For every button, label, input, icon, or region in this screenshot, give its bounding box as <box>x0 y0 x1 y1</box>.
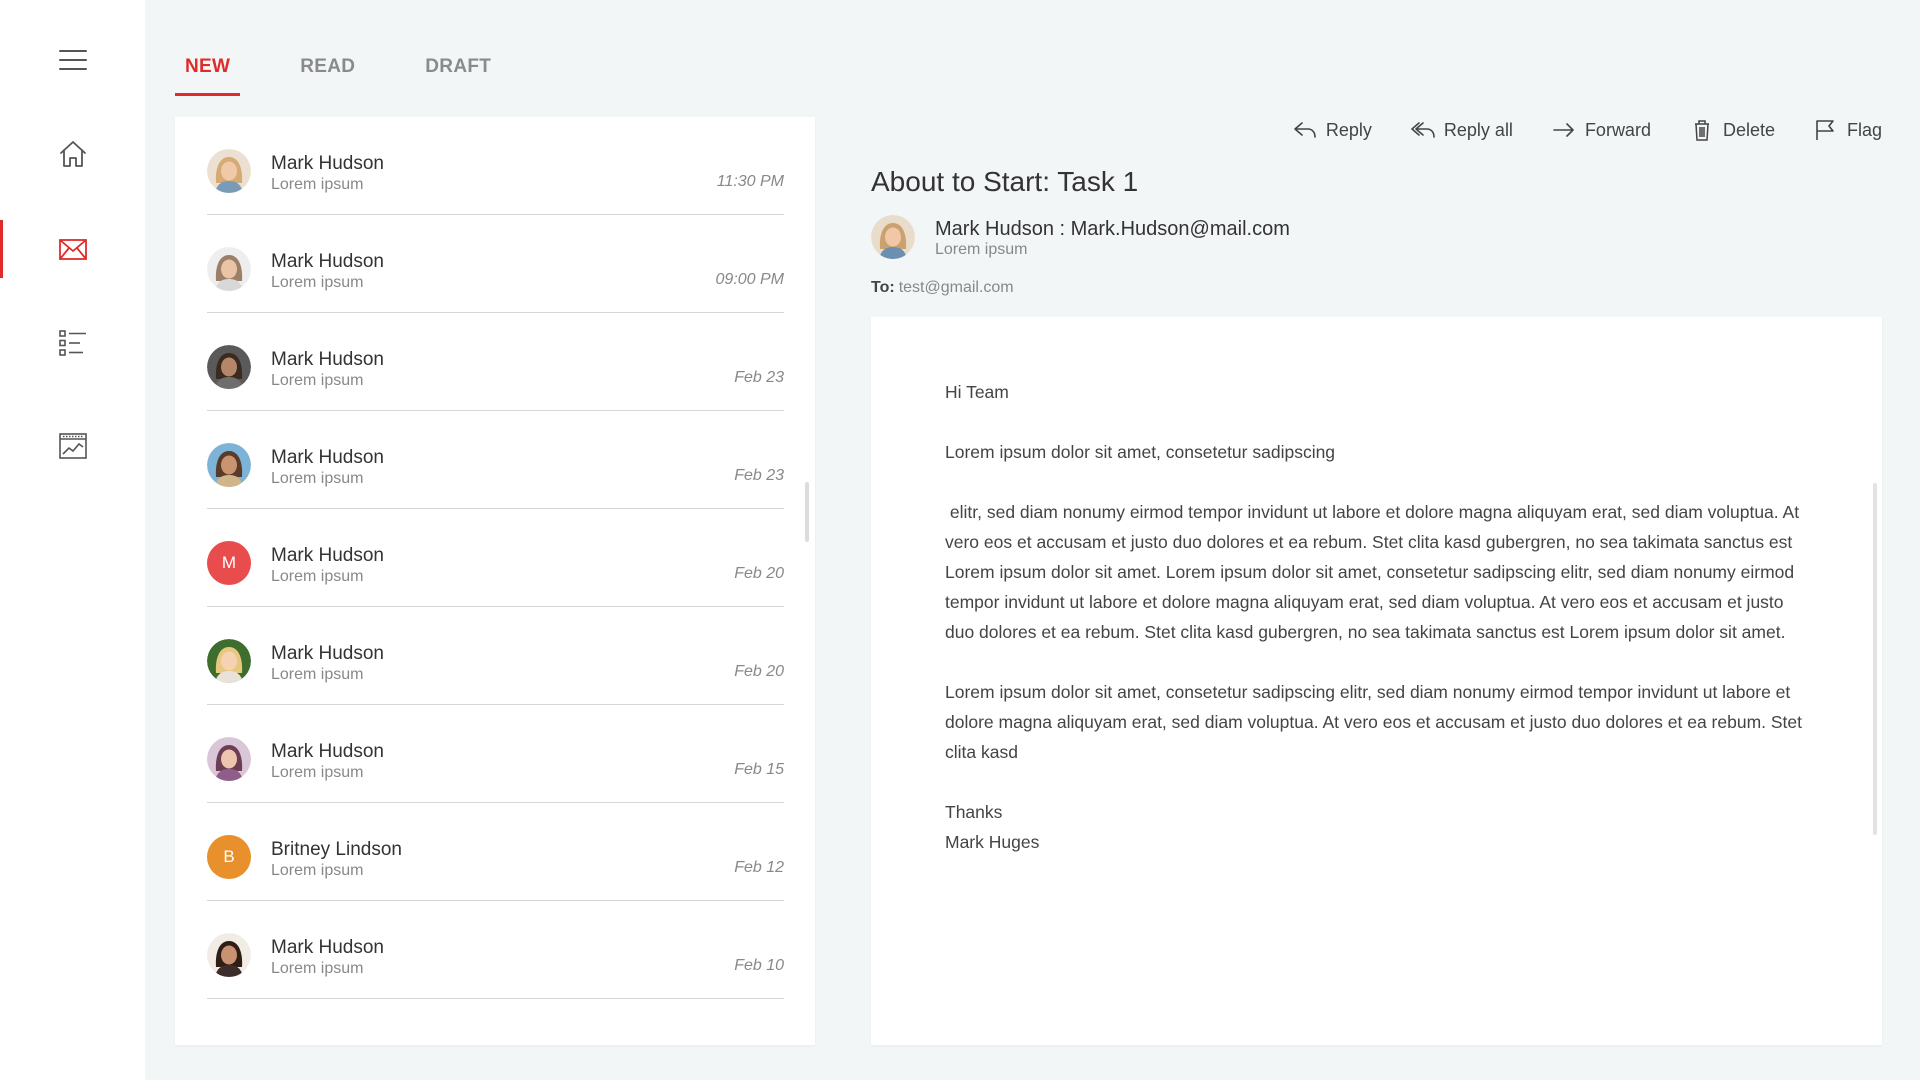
message-preview: Lorem ipsum <box>271 176 364 193</box>
message-time: Feb 20 <box>734 565 784 582</box>
email-paragraph: elitr, sed diam nonumy eirmod tempor inv… <box>945 502 1804 642</box>
message-sender: Mark Hudson <box>271 643 384 664</box>
sender-name: Mark Hudson : Mark.Hudson@mail.com <box>935 218 1290 240</box>
menu-button[interactable] <box>0 31 145 89</box>
flag-label: Flag <box>1846 119 1882 140</box>
message-row[interactable]: Mark Hudson Lorem ipsum Feb 20 <box>207 607 784 705</box>
message-row[interactable]: Mark Hudson Lorem ipsum 11:30 PM <box>207 117 784 215</box>
message-time: Feb 20 <box>734 663 784 680</box>
message-preview: Lorem ipsum <box>271 372 364 389</box>
nav-tasks[interactable] <box>0 314 145 372</box>
message-row[interactable]: Mark Hudson Lorem ipsum 09:00 PM <box>207 215 784 313</box>
message-time: 11:30 PM <box>716 173 784 190</box>
flag-icon <box>1816 120 1834 140</box>
message-row[interactable]: Mark Hudson Lorem ipsum Feb 23 <box>207 313 784 411</box>
message-row[interactable]: M Mark Hudson Lorem ipsum Feb 20 <box>207 509 784 607</box>
avatar: M <box>207 541 251 585</box>
recipient-address: test@gmail.com <box>898 279 1014 296</box>
email-body-text: Hi Team Lorem ipsum dolor sit amet, cons… <box>945 377 1813 857</box>
message-row[interactable]: Mark Hudson Lorem ipsum Feb 10 <box>207 901 784 999</box>
home-icon <box>59 141 86 167</box>
nav-analytics[interactable] <box>0 417 145 475</box>
mail-icon <box>58 239 87 260</box>
message-row[interactable]: Mark Hudson Lorem ipsum Feb 15 <box>207 705 784 803</box>
message-sender: Mark Hudson <box>271 741 384 762</box>
avatar <box>207 345 251 389</box>
recipient-line: To: test@gmail.com <box>871 279 1014 297</box>
message-preview: Lorem ipsum <box>271 274 364 291</box>
email-greeting: Hi Team <box>945 382 1009 402</box>
analytics-icon <box>58 433 87 459</box>
flag-button[interactable]: Flag <box>1813 118 1882 142</box>
avatar <box>207 247 251 291</box>
recipient-label: To: <box>871 279 895 296</box>
message-time: Feb 10 <box>734 957 784 974</box>
avatar <box>207 149 251 193</box>
message-preview: Lorem ipsum <box>271 862 364 879</box>
message-sender: Britney Lindson <box>271 839 402 860</box>
tab-read[interactable]: READ <box>290 40 365 96</box>
email-paragraph: Lorem ipsum dolor sit amet, consetetur s… <box>945 442 1336 462</box>
forward-button[interactable]: Forward <box>1551 118 1651 142</box>
message-preview: Lorem ipsum <box>271 568 364 585</box>
reply-label: Reply <box>1325 119 1372 140</box>
message-time: Feb 23 <box>734 467 784 484</box>
reply-all-label: Reply all <box>1443 119 1513 140</box>
message-list: Mark Hudson Lorem ipsum 11:30 PM Mark Hudso… <box>175 117 815 1045</box>
message-time: 09:00 PM <box>715 271 784 288</box>
email-paragraph: Lorem ipsum dolor sit amet, consetetur s… <box>945 682 1803 762</box>
message-sender: Mark Hudson <box>271 447 384 468</box>
menu-icon <box>58 50 87 70</box>
message-sender: Mark Hudson <box>271 349 384 370</box>
nav-mail[interactable] <box>0 220 145 278</box>
reply-button[interactable]: Reply <box>1292 118 1372 142</box>
forward-arrow-icon <box>1553 123 1574 137</box>
delete-label: Delete <box>1722 119 1775 140</box>
reply-all-icon <box>1411 122 1435 138</box>
message-sender: Mark Hudson <box>271 937 384 958</box>
message-sender: Mark Hudson <box>271 545 384 566</box>
sender-subtitle: Lorem ipsum <box>935 241 1028 258</box>
trash-icon <box>1694 120 1709 141</box>
reply-all-button[interactable]: Reply all <box>1410 118 1513 142</box>
email-body: Hi Team Lorem ipsum dolor sit amet, cons… <box>871 317 1882 1045</box>
list-icon <box>58 330 86 356</box>
message-preview: Lorem ipsum <box>271 470 364 487</box>
message-time: Feb 12 <box>734 859 784 876</box>
reply-icon <box>1294 122 1316 138</box>
forward-label: Forward <box>1584 119 1651 140</box>
delete-button[interactable]: Delete <box>1689 118 1775 142</box>
email-subject: About to Start: Task 1 <box>871 166 1139 197</box>
avatar <box>207 443 251 487</box>
sidebar <box>0 0 145 1080</box>
message-list-scrollbar[interactable] <box>805 482 809 542</box>
avatar: B <box>207 835 251 879</box>
message-preview: Lorem ipsum <box>271 960 364 977</box>
avatar <box>207 933 251 977</box>
email-body-scrollbar[interactable] <box>1873 483 1877 835</box>
message-row[interactable]: Mark Hudson Lorem ipsum Feb 23 <box>207 411 784 509</box>
tab-draft[interactable]: DRAFT <box>415 40 501 96</box>
sender-avatar <box>871 215 915 259</box>
email-toolbar: Reply Reply all Forward Delete Flag <box>1254 118 1882 142</box>
message-preview: Lorem ipsum <box>271 666 364 683</box>
email-closing: Thanks <box>945 802 1003 822</box>
nav-home[interactable] <box>0 125 145 183</box>
message-time: Feb 15 <box>734 761 784 778</box>
avatar <box>207 639 251 683</box>
message-time: Feb 23 <box>734 369 784 386</box>
tab-new[interactable]: NEW <box>175 40 241 96</box>
message-preview: Lorem ipsum <box>271 764 364 781</box>
avatar <box>207 737 251 781</box>
email-signature: Mark Huges <box>945 832 1040 852</box>
message-sender: Mark Hudson <box>271 153 384 174</box>
mail-tabs: NEW READ DRAFT <box>175 40 551 96</box>
message-row[interactable]: B Britney Lindson Lorem ipsum Feb 12 <box>207 803 784 901</box>
message-sender: Mark Hudson <box>271 251 384 272</box>
